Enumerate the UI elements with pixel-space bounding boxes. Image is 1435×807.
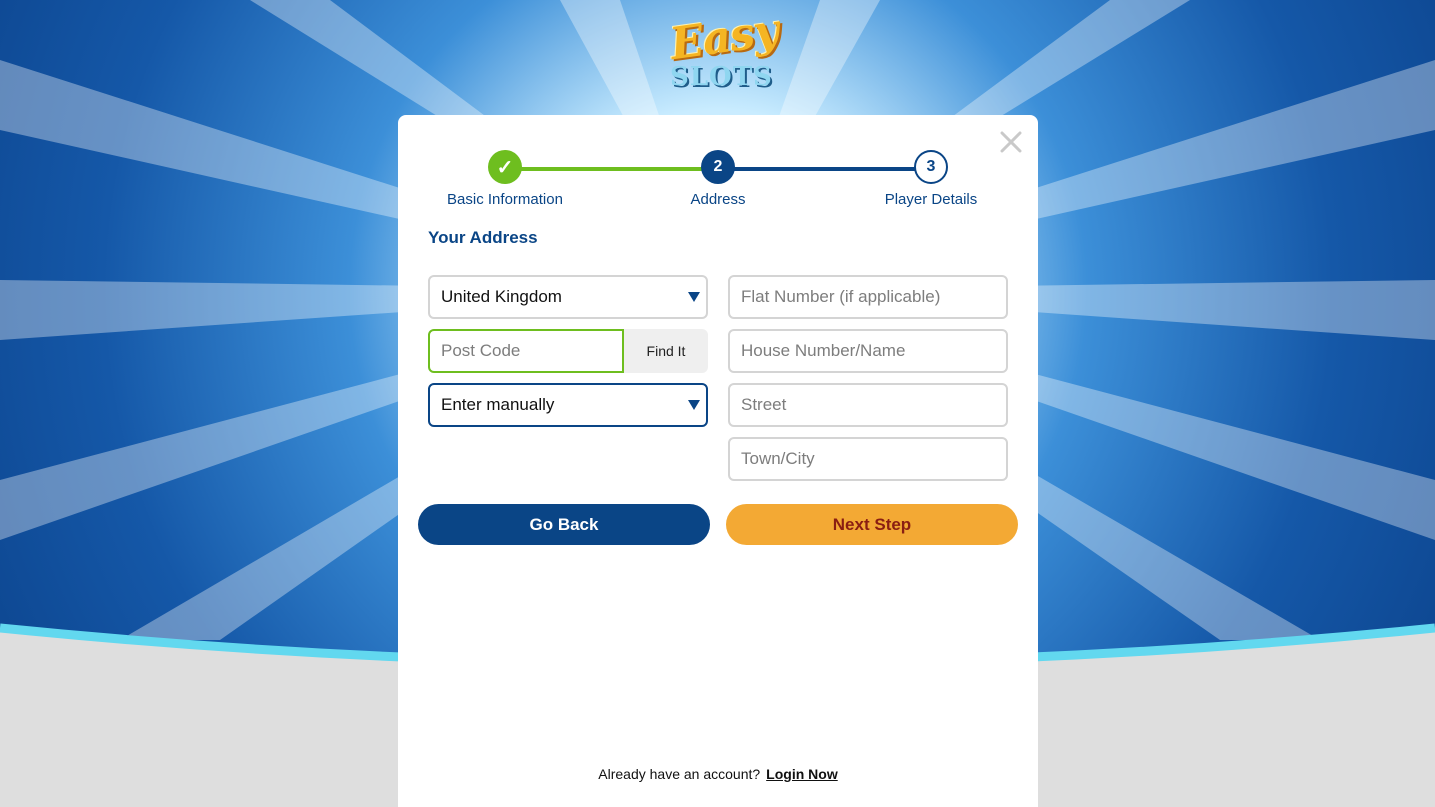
progress-stepper: ✓ 2 3 Basic Information Address Player D…: [398, 115, 1038, 225]
step-2-number: 2: [701, 150, 735, 184]
find-it-button[interactable]: Find It: [624, 329, 708, 373]
logo-easy-text: Easy: [666, 4, 782, 71]
step-1-label: Basic Information: [447, 191, 563, 208]
step-2-label: Address: [690, 191, 746, 208]
login-prompt: Already have an account? Login Now: [398, 766, 1038, 782]
country-select[interactable]: United Kingdom: [428, 275, 708, 319]
stepper-line-completed: [505, 167, 719, 171]
step-3-number: 3: [914, 150, 948, 184]
registration-modal: ✓ 2 3 Basic Information Address Player D…: [398, 115, 1038, 807]
street-input[interactable]: Street: [728, 383, 1008, 427]
logo-slots-text: SLOTS: [670, 62, 773, 92]
address-select-value: Enter manually: [441, 395, 555, 414]
stepper-line-upcoming: [718, 167, 932, 171]
step-1-checkmark-icon: ✓: [488, 150, 522, 184]
country-select-value: United Kingdom: [441, 287, 562, 306]
flat-number-input[interactable]: Flat Number (if applicable): [728, 275, 1008, 319]
next-step-button[interactable]: Next Step: [726, 504, 1018, 545]
easy-slots-logo[interactable]: Easy SLOTS: [662, 5, 781, 100]
dropdown-caret-icon: [688, 400, 700, 410]
flat-number-placeholder: Flat Number (if applicable): [741, 287, 941, 306]
house-number-input[interactable]: House Number/Name: [728, 329, 1008, 373]
login-now-link[interactable]: Login Now: [766, 766, 838, 782]
town-city-placeholder: Town/City: [741, 449, 815, 468]
dropdown-caret-icon: [688, 292, 700, 302]
street-placeholder: Street: [741, 395, 787, 414]
section-title: Your Address: [428, 228, 538, 247]
step-3-label: Player Details: [884, 191, 978, 208]
town-city-input[interactable]: Town/City: [728, 437, 1008, 481]
postcode-input[interactable]: Post Code: [428, 329, 624, 373]
address-select[interactable]: Enter manually: [428, 383, 708, 427]
login-prompt-text: Already have an account?: [598, 766, 761, 782]
postcode-placeholder: Post Code: [441, 341, 521, 360]
go-back-button[interactable]: Go Back: [418, 504, 710, 545]
house-number-placeholder: House Number/Name: [741, 341, 906, 360]
